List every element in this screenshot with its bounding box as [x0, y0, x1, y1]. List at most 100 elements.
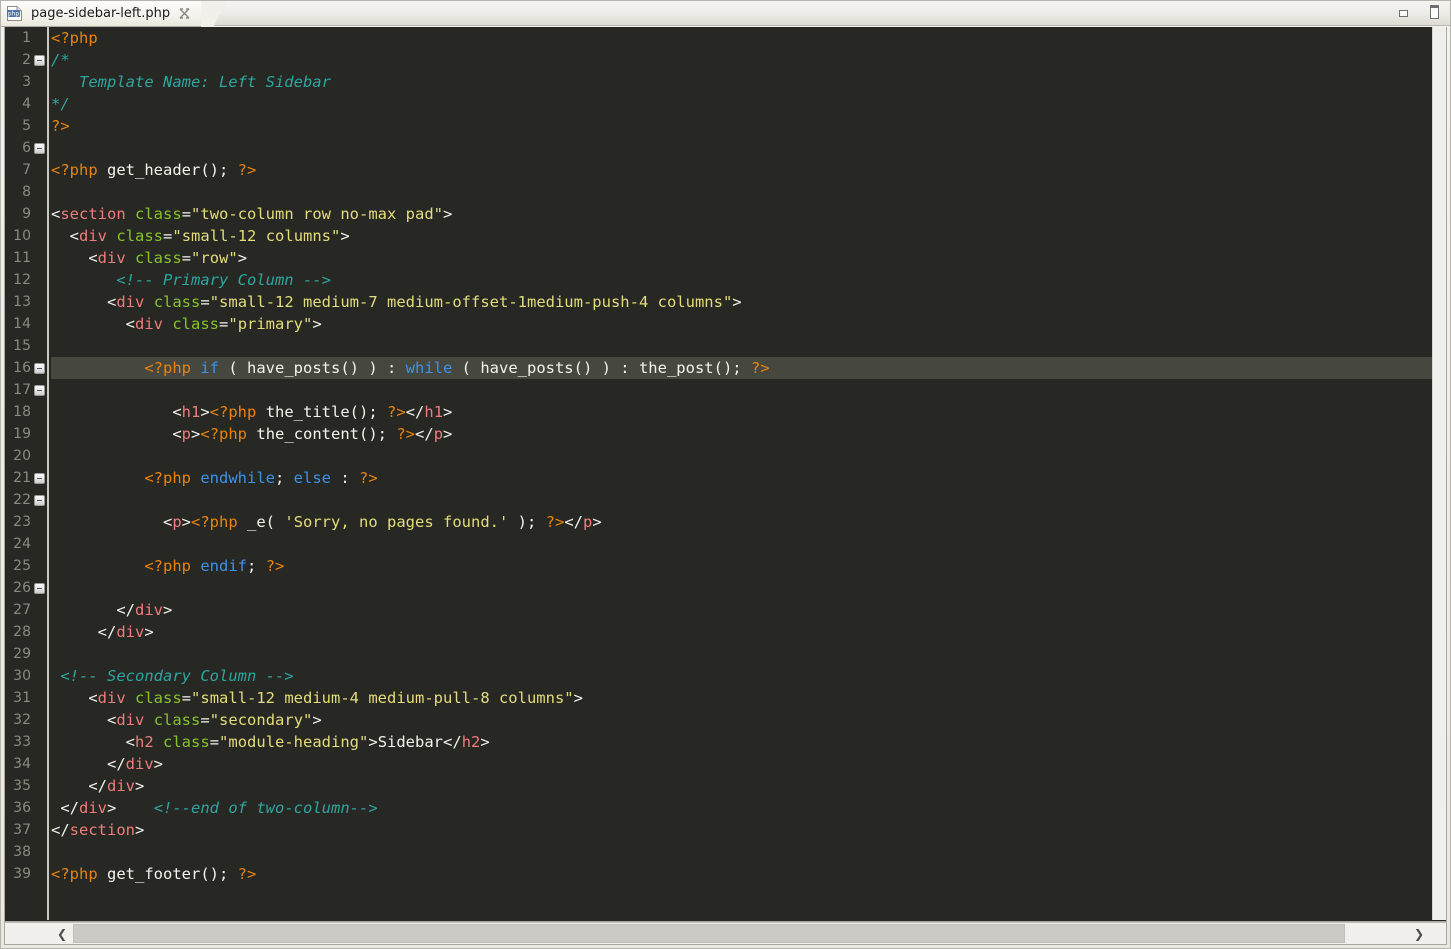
line-number: 35 [5, 775, 47, 797]
token-tag: p [182, 425, 191, 443]
code-line[interactable]: <div class="small-12 medium-7 medium-off… [51, 291, 1432, 313]
code-line-current[interactable]: <?php if ( have_posts() ) : while ( have… [51, 357, 1432, 379]
token-punc: </ [60, 799, 79, 817]
line-number: 9 [5, 203, 47, 225]
code-line[interactable]: <p><?php the_content(); ?></p> [51, 423, 1432, 445]
editor-tab-active[interactable]: php page-sidebar-left.php [0, 0, 202, 27]
token-php: ?> [238, 865, 257, 883]
code-line[interactable] [51, 379, 1432, 401]
fold-toggle-icon[interactable] [34, 583, 45, 594]
token-tag: section [60, 205, 125, 223]
code-line[interactable]: </div> [51, 621, 1432, 643]
line-number: 23 [5, 511, 47, 533]
token-punc: > [574, 689, 583, 707]
code-line[interactable]: <?php endwhile; else : ?> [51, 467, 1432, 489]
token-plain [51, 293, 107, 311]
code-line[interactable]: <div class="primary"> [51, 313, 1432, 335]
code-line[interactable]: Template Name: Left Sidebar [51, 71, 1432, 93]
token-plain [51, 755, 107, 773]
scrollbar-thumb[interactable] [73, 924, 1345, 943]
token-php: ?> [238, 161, 257, 179]
token-str: "small-12 columns" [172, 227, 340, 245]
code-line[interactable] [51, 137, 1432, 159]
token-php: ?> [51, 117, 70, 135]
code-line[interactable] [51, 335, 1432, 357]
code-line[interactable]: <section class="two-column row no-max pa… [51, 203, 1432, 225]
code-line[interactable] [51, 841, 1432, 863]
token-plain [107, 227, 116, 245]
code-line[interactable]: <div class="row"> [51, 247, 1432, 269]
token-com: <!-- Secondary Column --> [60, 667, 293, 685]
token-punc: > [182, 513, 191, 531]
token-plain [51, 557, 144, 575]
token-tag: section [70, 821, 135, 839]
token-php: ?> [387, 403, 406, 421]
token-php: <?php [191, 513, 238, 531]
code-line[interactable]: </section> [51, 819, 1432, 841]
scroll-left-icon[interactable]: ❮ [51, 923, 73, 944]
code-line[interactable]: <?php get_header(); ?> [51, 159, 1432, 181]
code-line[interactable]: </div> <!--end of two-column--> [51, 797, 1432, 819]
token-tag: div [126, 755, 154, 773]
code-line[interactable]: <!-- Secondary Column --> [51, 665, 1432, 687]
fold-toggle-icon[interactable] [34, 363, 45, 374]
code-line[interactable]: </div> [51, 753, 1432, 775]
code-line[interactable]: <h1><?php the_title(); ?></h1> [51, 401, 1432, 423]
token-plain: ( have_posts() ) : the_post(); [452, 359, 751, 377]
horizontal-scrollbar[interactable]: ❮ ❯ [4, 922, 1447, 945]
line-number-gutter[interactable]: 1234567891011121314151617181920212223242… [5, 27, 49, 920]
code-line[interactable]: <div class="small-12 medium-4 medium-pul… [51, 687, 1432, 709]
line-number: 38 [5, 841, 47, 863]
fold-toggle-icon[interactable] [34, 385, 45, 396]
code-editor[interactable]: 1234567891011121314151617181920212223242… [4, 27, 1447, 922]
line-number: 4 [5, 93, 47, 115]
code-line[interactable]: ?> [51, 115, 1432, 137]
code-line[interactable]: <!-- Primary Column --> [51, 269, 1432, 291]
code-line[interactable] [51, 445, 1432, 467]
token-punc: > [480, 733, 489, 751]
token-punc: > [154, 755, 163, 773]
token-plain [191, 557, 200, 575]
close-icon[interactable] [178, 7, 191, 20]
code-line[interactable]: <p><?php _e( 'Sorry, no pages found.' );… [51, 511, 1432, 533]
token-punc: < [163, 513, 172, 531]
code-line[interactable]: */ [51, 93, 1432, 115]
scrollbar-track[interactable] [73, 923, 1408, 944]
token-plain [126, 249, 135, 267]
code-line[interactable] [51, 577, 1432, 599]
code-line[interactable] [51, 489, 1432, 511]
code-line[interactable]: <?php [51, 27, 1432, 49]
code-line[interactable]: </div> [51, 775, 1432, 797]
token-kw: else [294, 469, 331, 487]
fold-toggle-icon[interactable] [34, 143, 45, 154]
code-line[interactable]: <h2 class="module-heading">Sidebar</h2> [51, 731, 1432, 753]
fold-toggle-icon[interactable] [34, 55, 45, 66]
token-punc: = [163, 227, 172, 245]
code-area[interactable]: 1234567891011121314151617181920212223242… [5, 27, 1432, 920]
token-plain: ); [508, 513, 545, 531]
token-plain: Sidebar [378, 733, 443, 751]
token-plain [191, 359, 200, 377]
code-line[interactable]: <?php get_footer(); ?> [51, 863, 1432, 885]
code-line[interactable]: </div> [51, 599, 1432, 621]
token-tag: div [116, 711, 144, 729]
token-php: <?php [200, 425, 247, 443]
code-line[interactable]: <?php endif; ?> [51, 555, 1432, 577]
code-line[interactable] [51, 643, 1432, 665]
token-php: <?php [51, 865, 98, 883]
fold-toggle-icon[interactable] [34, 473, 45, 484]
line-number: 6 [5, 137, 47, 159]
code-content[interactable]: <?php/* Template Name: Left Sidebar*/?> … [51, 27, 1432, 920]
token-plain: get_header(); [98, 161, 238, 179]
code-line[interactable]: <div class="secondary"> [51, 709, 1432, 731]
token-tag: p [583, 513, 592, 531]
line-number: 30 [5, 665, 47, 687]
token-plain [51, 469, 144, 487]
code-line[interactable] [51, 533, 1432, 555]
code-line[interactable]: /* [51, 49, 1432, 71]
fold-toggle-icon[interactable] [34, 495, 45, 506]
code-line[interactable]: <div class="small-12 columns"> [51, 225, 1432, 247]
code-line[interactable] [51, 181, 1432, 203]
scroll-right-icon[interactable]: ❯ [1408, 923, 1430, 944]
token-plain [51, 777, 88, 795]
